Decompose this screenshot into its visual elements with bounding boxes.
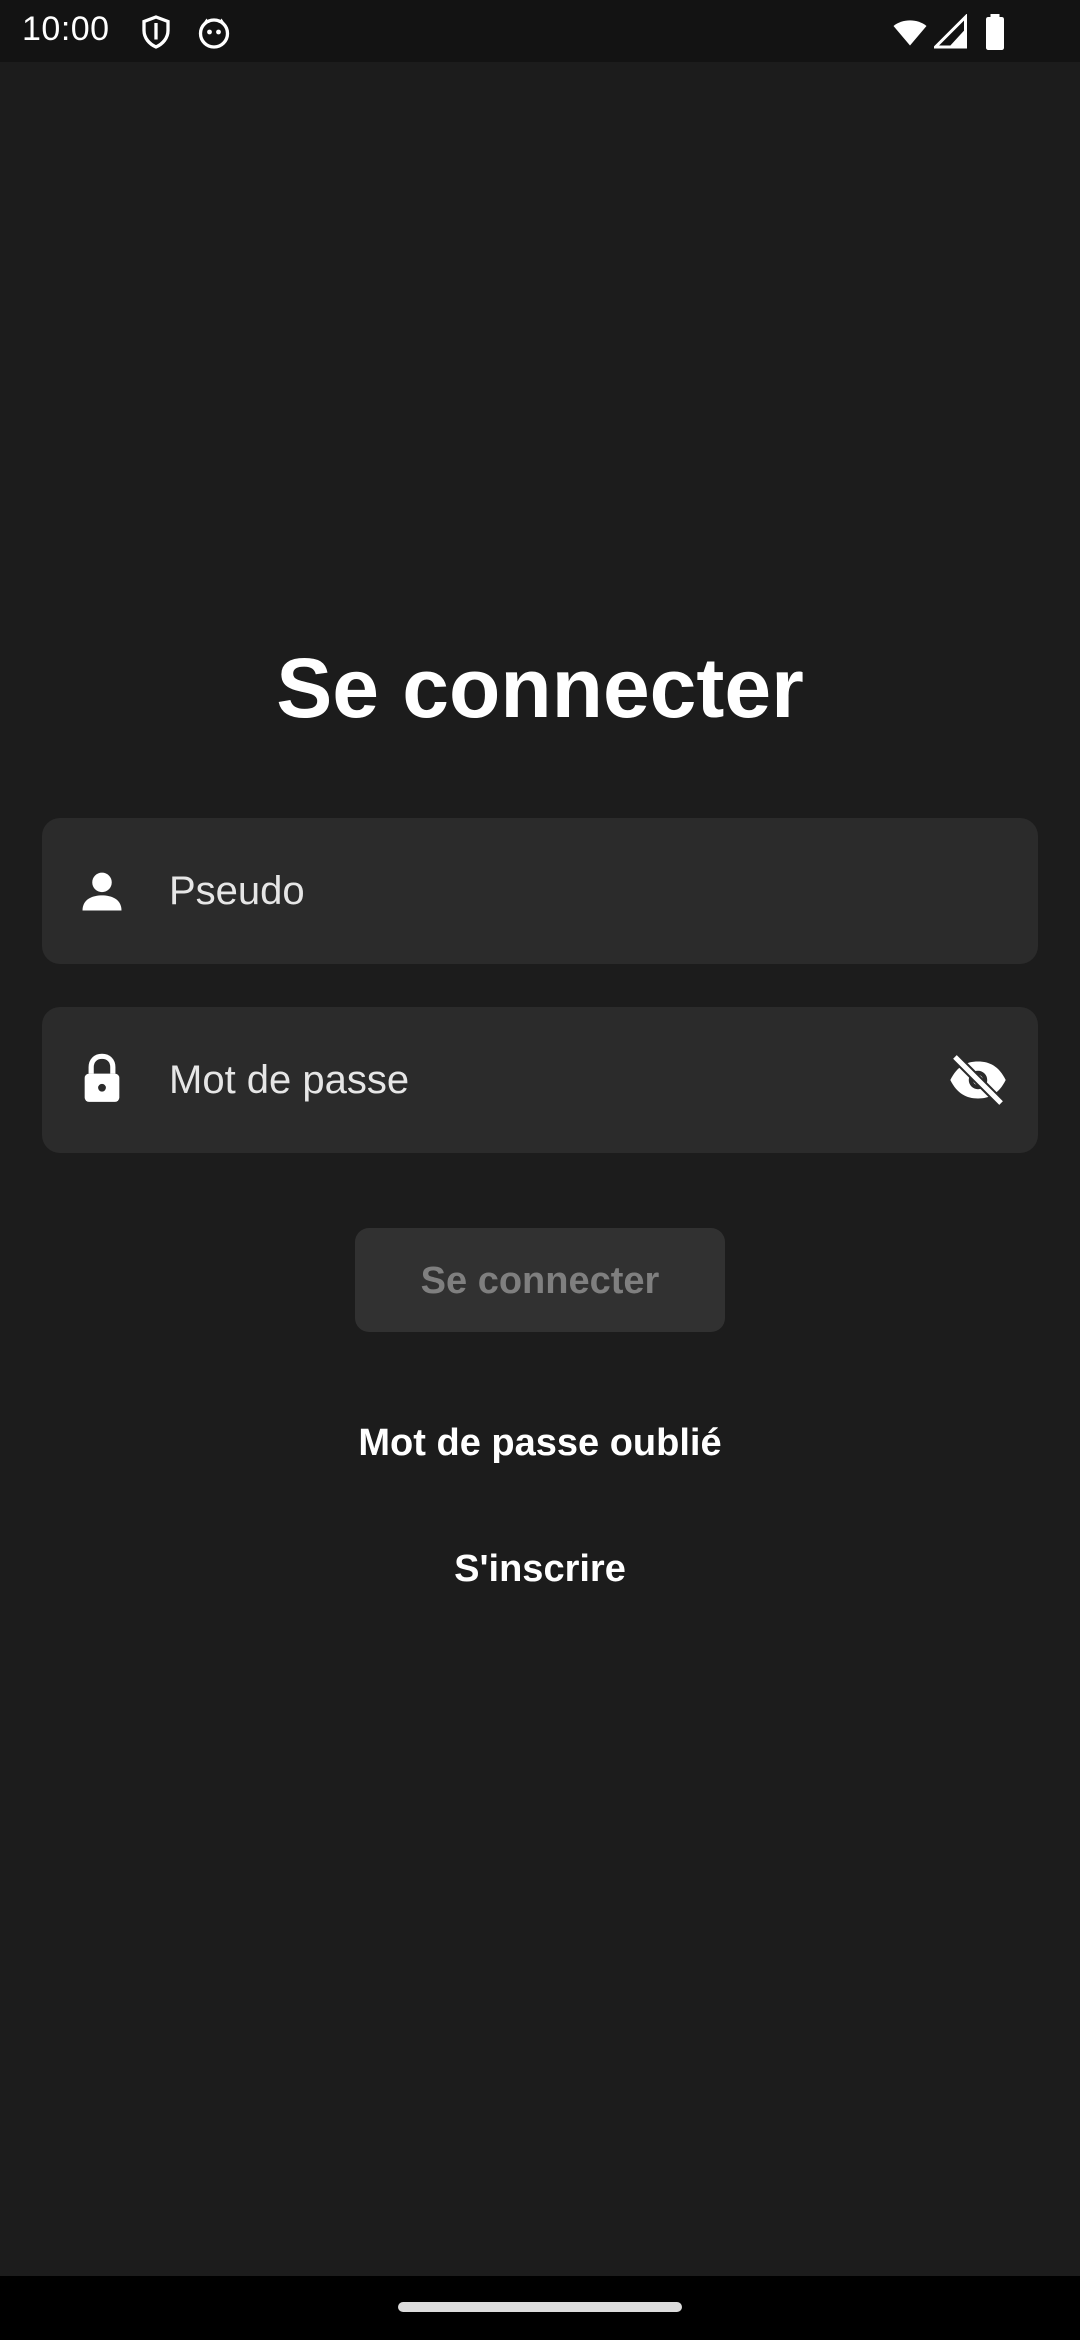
login-button[interactable]: Se connecter — [355, 1228, 725, 1332]
username-field[interactable] — [42, 818, 1038, 964]
register-link[interactable]: S'inscrire — [454, 1548, 626, 1590]
battery-icon — [982, 14, 1008, 50]
login-screen: 10:00 Se connecter Pseudo Se connecter M… — [0, 0, 1080, 2340]
eye-off-icon[interactable] — [948, 1052, 1008, 1108]
home-gesture-handle[interactable] — [398, 2302, 682, 2312]
cellular-signal-icon — [934, 14, 970, 50]
navigation-bar — [0, 2276, 1080, 2340]
username-input[interactable] — [169, 818, 929, 964]
status-time: 10:00 — [22, 10, 110, 48]
cat-face-icon — [196, 14, 232, 50]
wifi-icon — [890, 14, 930, 50]
forgot-password-link[interactable]: Mot de passe oublié — [358, 1422, 721, 1464]
page-title: Se connecter — [276, 641, 804, 735]
person-icon — [76, 865, 128, 917]
password-field[interactable] — [42, 1007, 1038, 1153]
status-bar: 10:00 — [0, 0, 1080, 62]
password-input[interactable] — [169, 1007, 929, 1153]
forgot-password-row: Mot de passe oublié — [0, 1422, 1080, 1465]
lock-icon — [76, 1052, 128, 1104]
shield-icon — [138, 14, 174, 50]
register-row: S'inscrire — [0, 1548, 1080, 1591]
